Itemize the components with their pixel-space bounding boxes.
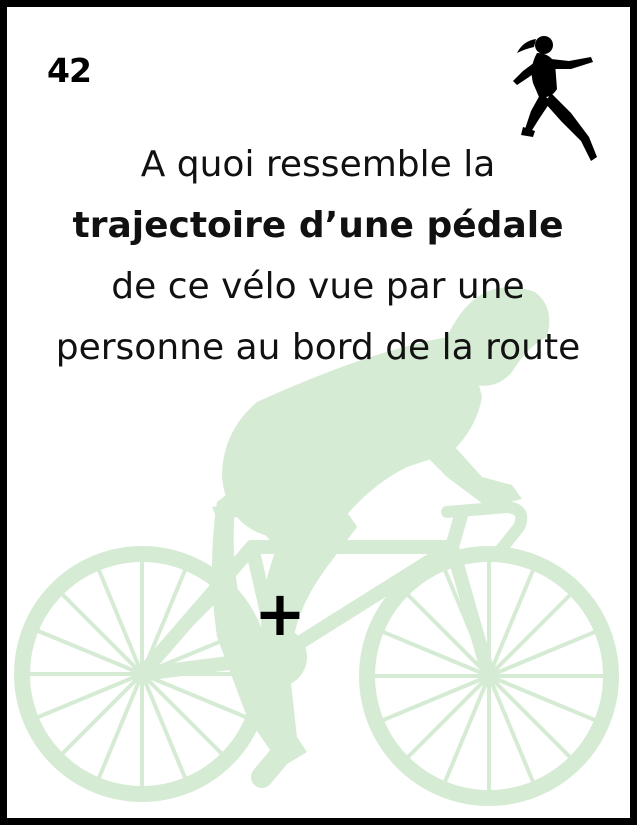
question-text: A quoi ressemble la trajectoire d’une pé… bbox=[47, 134, 589, 378]
card-number: 42 bbox=[47, 51, 92, 90]
question-emphasis: trajectoire d’une pédale bbox=[72, 205, 564, 246]
plus-marker: + bbox=[254, 577, 306, 650]
question-card: 42 A quoi ressemble la trajectoire d’une… bbox=[0, 0, 637, 825]
question-part2: de ce vélo vue par une personne au bord … bbox=[55, 266, 581, 368]
question-part1: A quoi ressemble la bbox=[140, 144, 496, 185]
